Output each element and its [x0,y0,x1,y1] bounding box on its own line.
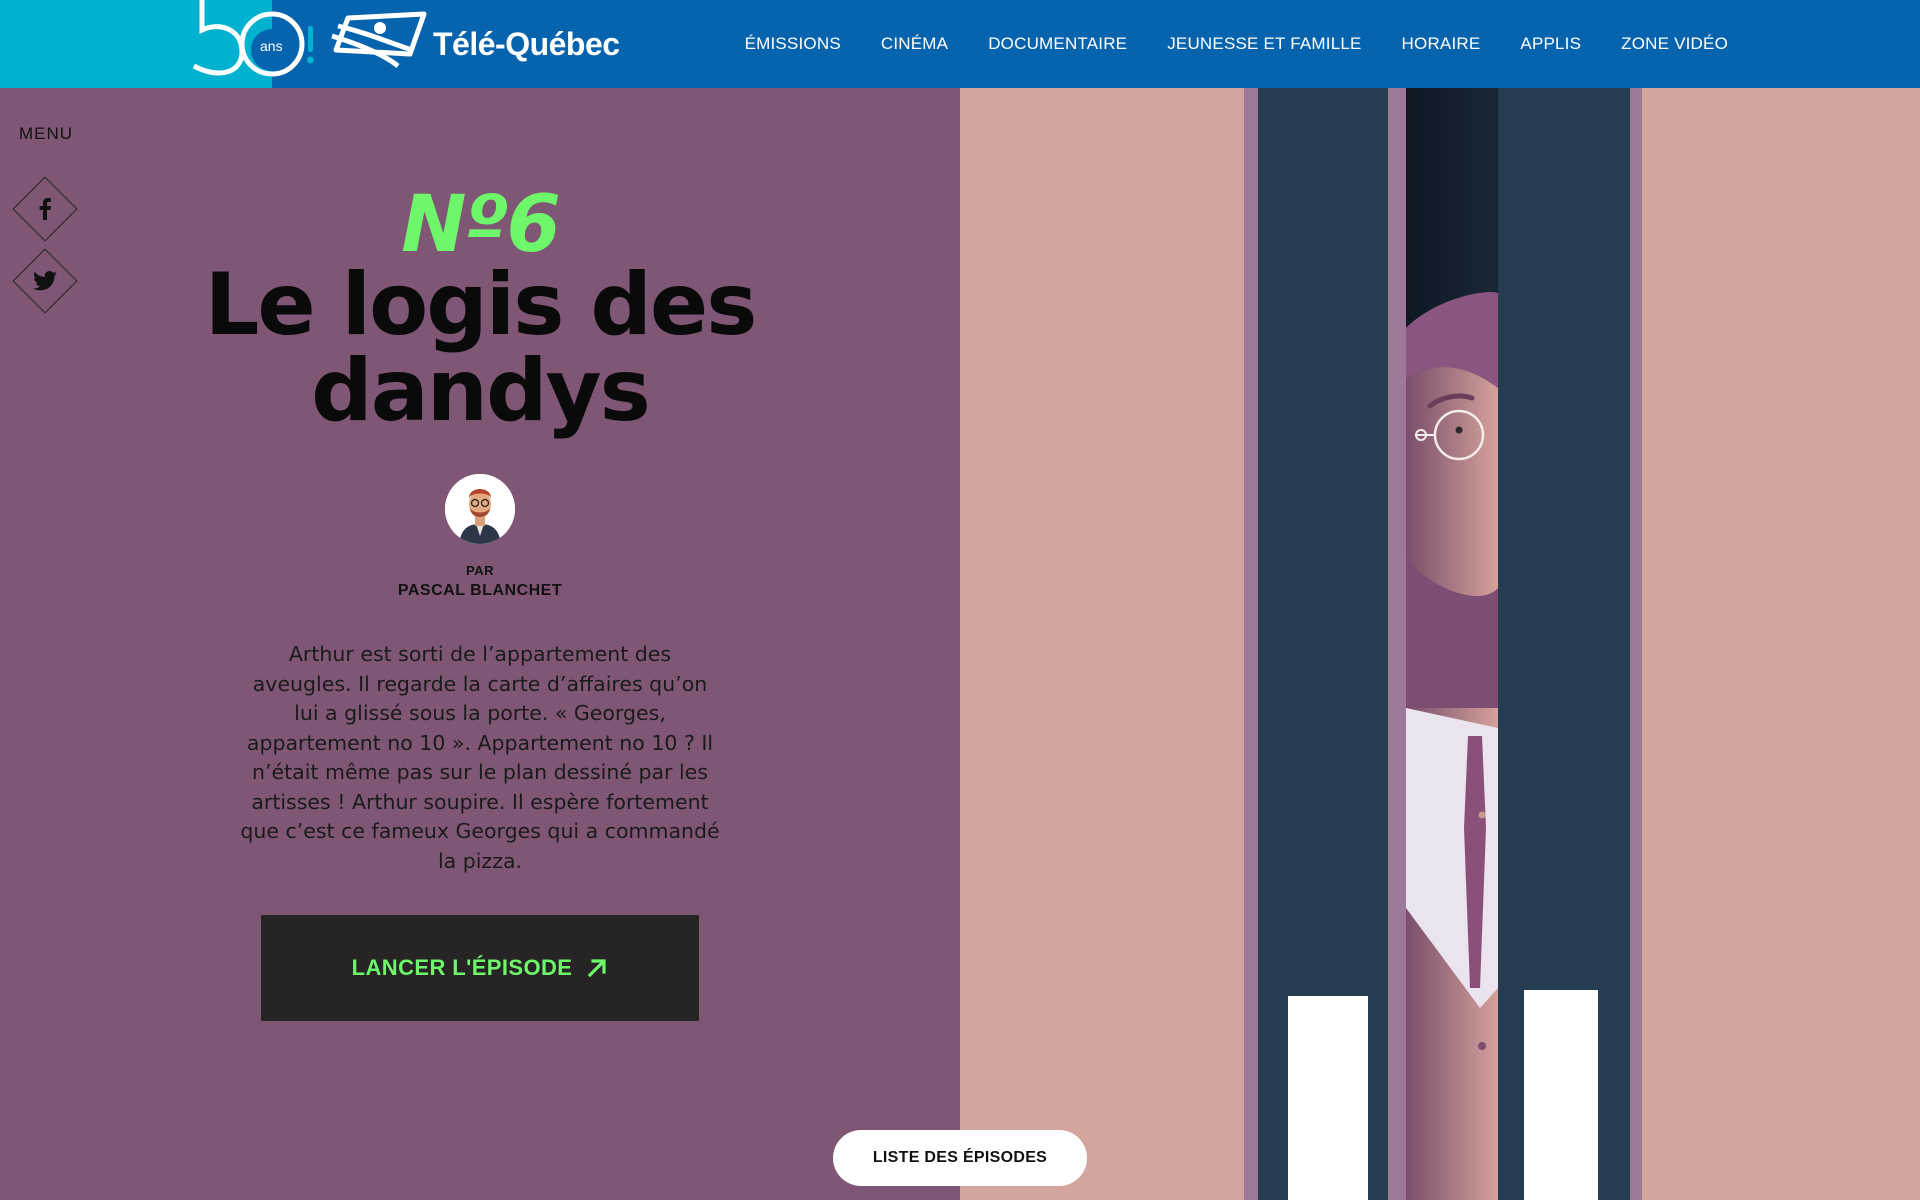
top-navigation-bar: ans Télé-Québec ÉMISSIONS CINÉMA DOCUMEN… [0,0,1920,88]
tele-quebec-emblem-icon [331,11,427,68]
brand-name: Télé-Québec [433,26,620,62]
launch-episode-label: LANCER L'ÉPISODE [351,955,573,980]
twitter-icon [33,271,57,291]
author-name: PASCAL BLANCHET [397,582,563,599]
nav-item-zone-video[interactable]: ZONE VIDÉO [1621,34,1728,54]
menu-button[interactable]: MENU [19,124,73,144]
nav-item-jeunesse-et-famille[interactable]: JEUNESSE ET FAMILLE [1167,34,1361,54]
launch-episode-button[interactable]: LANCER L'ÉPISODE [261,915,699,1021]
nav-item-emissions[interactable]: ÉMISSIONS [745,34,841,54]
nav-item-cinema[interactable]: CINÉMA [881,34,948,54]
author-avatar [445,474,515,544]
episodes-list-button[interactable]: LISTE DES ÉPISODES [833,1130,1087,1186]
main-nav: ÉMISSIONS CINÉMA DOCUMENTAIRE JEUNESSE E… [745,0,1728,88]
arrow-up-right-icon [588,959,606,978]
anniversary-50-logo[interactable]: ans [190,0,320,88]
author-prefix: PAR [466,563,494,578]
episode-title: Le logis des dandys [204,255,758,441]
tele-quebec-logo[interactable]: Télé-Québec [328,10,620,72]
nav-item-documentaire[interactable]: DOCUMENTAIRE [988,34,1127,54]
episode-synopsis: Arthur est sorti de l’appartement des av… [240,642,720,873]
anniversary-unit: ans [260,38,283,54]
nav-item-applis[interactable]: APPLIS [1520,34,1581,54]
episode-illustration [960,88,1920,1200]
nav-item-horaire[interactable]: HORAIRE [1402,34,1481,54]
